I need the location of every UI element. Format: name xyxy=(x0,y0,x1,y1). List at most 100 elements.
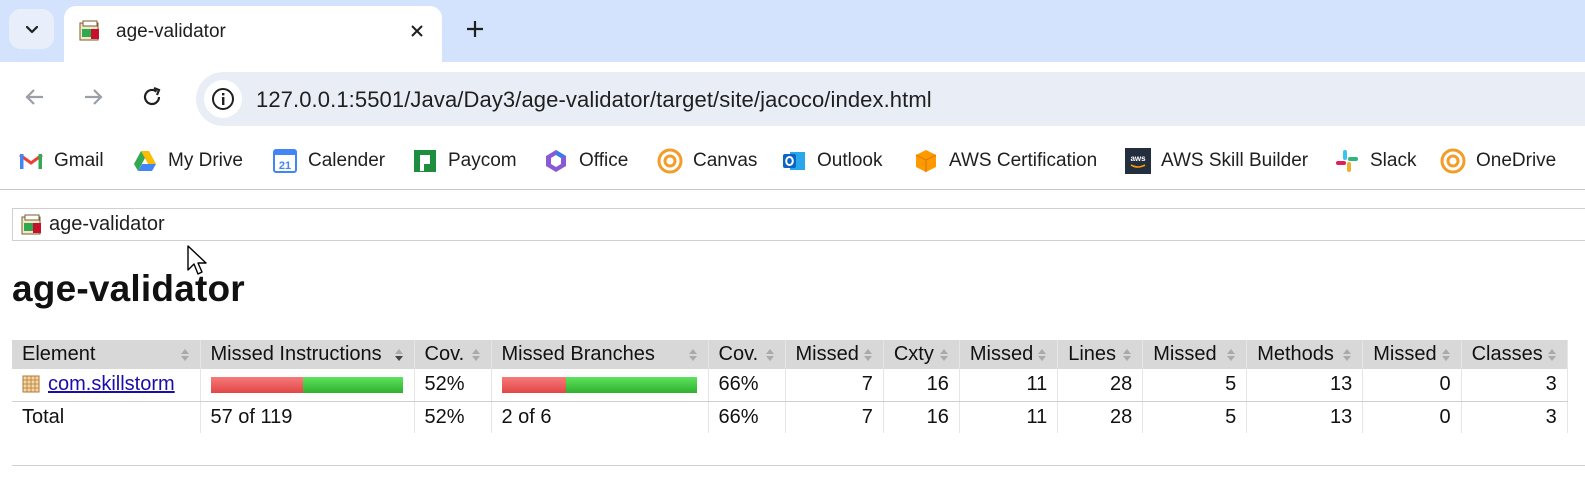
canvas-icon xyxy=(1440,148,1466,174)
tab-title: age-validator xyxy=(116,21,226,42)
total-classes: 3 xyxy=(1461,401,1568,433)
sort-icon xyxy=(180,348,189,361)
bookmark-canvas[interactable]: Canvas xyxy=(657,147,757,175)
lines-cell: 28 xyxy=(1057,369,1144,402)
missed-branches-bar-cell xyxy=(491,369,709,402)
table-header-row: Element Missed Instructions Cov. Missed … xyxy=(12,340,1568,369)
bookmark-label: Slack xyxy=(1370,150,1417,171)
sort-icon xyxy=(688,348,697,361)
plus-icon xyxy=(467,21,483,37)
bookmark-label: OneDrive xyxy=(1476,150,1557,171)
column-header-missed-classes[interactable]: Missed xyxy=(1362,340,1462,369)
sort-icon xyxy=(939,348,948,361)
cxty-missed-cell: 7 xyxy=(785,369,884,402)
new-tab-button[interactable] xyxy=(458,12,492,46)
bookmark-paycom[interactable]: Paycom xyxy=(412,147,517,175)
bookmark-onedrive[interactable]: OneDrive xyxy=(1440,147,1556,175)
total-label: Total xyxy=(12,401,201,433)
column-header-classes[interactable]: Classes xyxy=(1461,340,1568,369)
sort-icon xyxy=(1227,348,1236,361)
gmail-icon xyxy=(19,153,43,169)
report-icon xyxy=(21,214,41,234)
instructions-covered-bar xyxy=(303,376,404,393)
bookmark-label: Office xyxy=(579,150,629,171)
methods-missed-cell: 5 xyxy=(1142,369,1248,402)
column-header-methods[interactable]: Methods xyxy=(1246,340,1364,369)
total-lines: 28 xyxy=(1057,401,1144,433)
column-header-missed-branches[interactable]: Missed Branches xyxy=(491,340,709,369)
bookmark-label: AWS Skill Builder xyxy=(1161,150,1309,171)
column-header-missed-methods[interactable]: Missed xyxy=(1142,340,1248,369)
sort-icon xyxy=(1343,348,1352,361)
column-header-instructions-cov[interactable]: Cov. xyxy=(414,340,492,369)
instructions-cov-cell: 52% xyxy=(414,369,492,402)
column-header-missed-instructions[interactable]: Missed Instructions xyxy=(200,340,415,369)
close-tab-button[interactable] xyxy=(402,16,432,46)
bookmark-label: AWS Certification xyxy=(949,150,1098,171)
chevron-down-icon xyxy=(25,25,38,34)
browser-tab[interactable]: age-validator xyxy=(64,6,442,62)
bookmark-label: Gmail xyxy=(54,150,104,171)
office-icon xyxy=(546,150,566,172)
column-header-branches-cov[interactable]: Cov. xyxy=(708,340,786,369)
instructions-missed-bar xyxy=(210,376,304,393)
lines-missed-cell: 11 xyxy=(959,369,1059,402)
column-header-element[interactable]: Element xyxy=(12,340,201,369)
sort-icon xyxy=(1441,348,1450,361)
site-info-button[interactable] xyxy=(204,80,242,118)
package-icon xyxy=(22,375,40,393)
report-favicon-icon xyxy=(79,20,99,41)
drive-icon xyxy=(134,151,156,171)
bookmark-aws-skill-builder[interactable]: aws AWS Skill Builder xyxy=(1125,147,1308,175)
reload-icon xyxy=(143,86,161,106)
branches-cov-cell: 66% xyxy=(708,369,786,402)
bookmark-office[interactable]: Office xyxy=(543,147,628,175)
total-cxty-missed: 7 xyxy=(785,401,884,433)
mouse-cursor-icon xyxy=(187,245,207,275)
sort-icon xyxy=(1123,348,1132,361)
bookmark-my-drive[interactable]: My Drive xyxy=(132,147,243,175)
column-header-missed-cxty[interactable]: Missed xyxy=(785,340,884,369)
sort-icon xyxy=(863,348,872,361)
svg-text:21: 21 xyxy=(279,160,291,172)
total-instructions-cov: 52% xyxy=(414,401,492,433)
instructions-coverage-bar xyxy=(210,376,404,393)
aws-certification-icon xyxy=(915,150,937,172)
outlook-icon xyxy=(783,152,805,170)
column-header-missed-lines[interactable]: Missed xyxy=(959,340,1059,369)
bookmark-outlook[interactable]: Outlook xyxy=(781,147,882,175)
bookmark-label: Outlook xyxy=(817,150,883,171)
reload-button[interactable] xyxy=(135,80,169,114)
methods-cell: 13 xyxy=(1246,369,1364,402)
column-header-cxty[interactable]: Cxty xyxy=(883,340,960,369)
address-bar[interactable]: 127.0.0.1:5501/Java/Day3/age-validator/t… xyxy=(196,72,1585,126)
total-row: Total 57 of 119 52% 2 of 6 66% 7 16 11 2… xyxy=(12,401,1568,433)
url-text: 127.0.0.1:5501/Java/Day3/age-validator/t… xyxy=(256,87,932,112)
coverage-table: Element Missed Instructions Cov. Missed … xyxy=(12,340,1568,433)
branches-covered-bar xyxy=(566,376,698,393)
element-cell: com.skillstorm xyxy=(12,369,201,402)
aws-icon: aws xyxy=(1125,148,1151,174)
tab-strip: age-validator xyxy=(0,0,1585,62)
total-branches: 2 of 6 xyxy=(491,401,709,433)
paycom-icon xyxy=(414,150,436,172)
tab-search-button[interactable] xyxy=(9,9,54,49)
bookmark-calender[interactable]: 21 Calender xyxy=(272,147,385,175)
svg-text:aws: aws xyxy=(1130,154,1146,163)
bookmarks-bar: Gmail My Drive 21 Calender Paycom Office… xyxy=(0,134,1585,190)
bookmark-label: Calender xyxy=(308,150,386,171)
bookmark-gmail[interactable]: Gmail xyxy=(18,147,104,175)
bookmark-label: My Drive xyxy=(168,150,243,171)
bookmark-aws-certification[interactable]: AWS Certification xyxy=(913,147,1097,175)
package-link[interactable]: com.skillstorm xyxy=(48,373,175,395)
sort-icon xyxy=(1038,348,1047,361)
bookmark-slack[interactable]: Slack xyxy=(1334,147,1416,175)
missed-instructions-bar-cell xyxy=(200,369,415,402)
sort-descending-icon xyxy=(394,348,403,361)
column-header-lines[interactable]: Lines xyxy=(1057,340,1144,369)
branches-coverage-bar xyxy=(501,376,698,393)
breadcrumb-label: age-validator xyxy=(49,213,165,235)
close-icon xyxy=(411,25,423,37)
back-button[interactable] xyxy=(18,80,52,114)
forward-button[interactable] xyxy=(76,80,110,114)
